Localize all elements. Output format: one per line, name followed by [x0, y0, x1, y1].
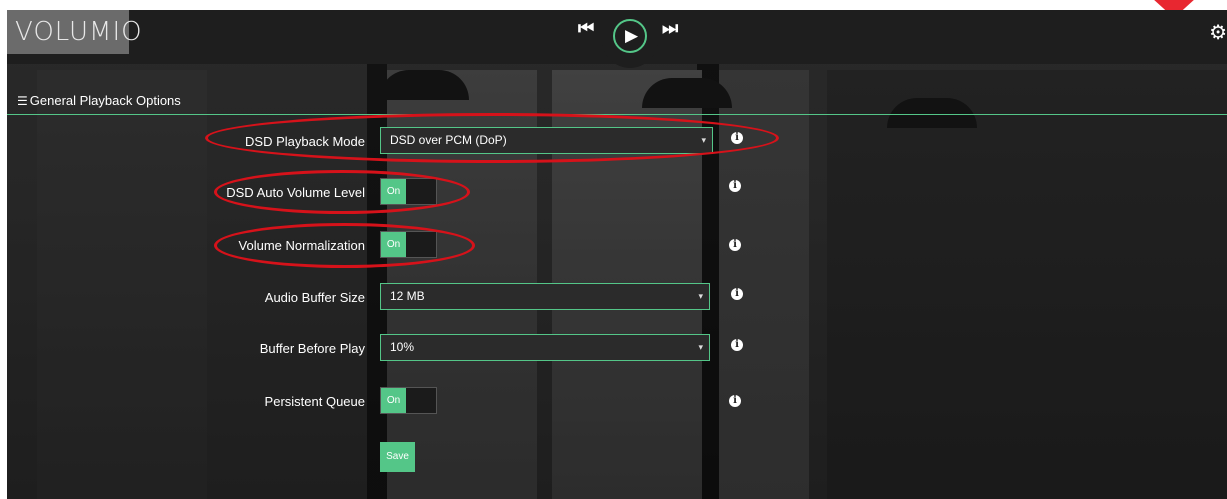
persistent-queue-toggle[interactable]: On — [380, 387, 437, 414]
audio-buffer-size-label: Audio Buffer Size — [264, 290, 365, 305]
info-icon[interactable]: i — [729, 395, 741, 407]
annotation-ellipse — [205, 113, 779, 163]
persistent-queue-label: Persistent Queue — [264, 394, 365, 409]
audio-buffer-size-select[interactable]: 12 MB ▾ — [380, 283, 710, 310]
info-icon[interactable]: i — [729, 239, 741, 251]
setting-row-volume-normalization: Volume Normalization On i — [7, 231, 1227, 261]
chevron-down-icon: ▾ — [698, 291, 703, 301]
top-bar: VOLUMIO ⏮ ▶ ⏭ ⚙ — [7, 10, 1227, 68]
info-icon[interactable]: i — [731, 288, 743, 300]
previous-track-icon[interactable]: ⏮ — [578, 18, 594, 39]
info-icon[interactable]: i — [731, 339, 743, 351]
audio-buffer-size-value: 12 MB — [390, 289, 425, 303]
settings-gear-icon[interactable]: ⚙ — [1209, 20, 1227, 45]
setting-row-buffer-before-play: Buffer Before Play 10% ▾ i — [7, 334, 1227, 364]
save-button[interactable]: Save — [380, 442, 415, 472]
buffer-before-play-label: Buffer Before Play — [259, 341, 365, 356]
setting-row-dsd-auto-volume: DSD Auto Volume Level On i — [7, 178, 1227, 208]
play-icon[interactable]: ▶ — [613, 19, 647, 53]
buffer-before-play-value: 10% — [390, 340, 415, 354]
toggle-on-indicator: On — [381, 388, 406, 413]
play-button-housing: ▶ — [602, 10, 658, 68]
next-track-icon[interactable]: ⏭ — [662, 18, 678, 39]
section-header: ☰ General Playback Options — [7, 89, 1227, 115]
section-title: General Playback Options — [29, 93, 181, 108]
volumio-logo[interactable]: VOLUMIO — [7, 10, 142, 54]
volumio-app: VOLUMIO ⏮ ▶ ⏭ ⚙ ☰ General Playback Option… — [7, 10, 1227, 499]
chevron-down-icon: ▾ — [698, 342, 703, 352]
info-icon[interactable]: i — [729, 180, 741, 192]
annotation-ellipse — [214, 223, 475, 268]
setting-row-persistent-queue: Persistent Queue On i — [7, 387, 1227, 417]
transport-controls: ⏮ ▶ ⏭ — [572, 10, 692, 70]
left-margin — [0, 0, 7, 499]
setting-row-audio-buffer-size: Audio Buffer Size 12 MB ▾ i — [7, 283, 1227, 313]
sliders-icon: ☰ — [17, 94, 28, 108]
annotation-ellipse — [214, 170, 470, 214]
buffer-before-play-select[interactable]: 10% ▾ — [380, 334, 710, 361]
